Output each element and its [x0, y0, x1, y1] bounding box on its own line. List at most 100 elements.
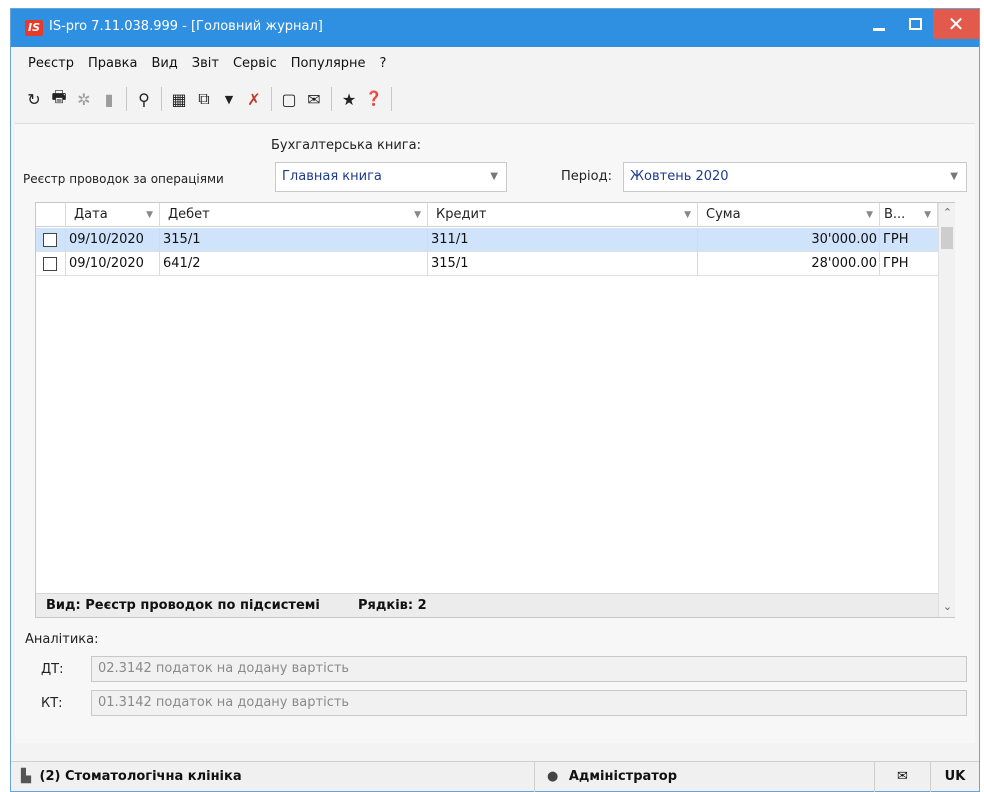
row-checkbox[interactable] — [43, 257, 57, 271]
column-header-debit-label: Дебет — [168, 207, 210, 222]
column-header-amount-label: Сума — [706, 207, 741, 222]
column-header-amount[interactable]: Сума ▼ — [698, 203, 880, 227]
cell-date: 09/10/2020 — [66, 252, 160, 276]
cell-currency: ГРН — [883, 232, 909, 247]
mail-icon: ✉ — [897, 769, 908, 784]
table-button[interactable]: ▦ — [168, 87, 190, 111]
analytics-label: Аналітика: — [25, 632, 99, 647]
language-indicator[interactable]: UK — [931, 762, 979, 792]
maximize-icon — [908, 18, 922, 30]
dt-label: ДТ: — [41, 662, 64, 677]
company-name: (2) Стоматологічна клініка — [39, 769, 242, 784]
menu-register[interactable]: Реєстр — [21, 56, 81, 71]
column-header-date-label: Дата — [74, 207, 108, 222]
scroll-up-icon[interactable]: ⌃ — [939, 203, 956, 223]
chevron-down-icon: ▼ — [490, 171, 498, 182]
minimize-icon — [873, 27, 885, 31]
scroll-down-icon[interactable]: ⌄ — [939, 597, 956, 617]
main-content: Бухгалтерська книга: Реєстр проводок за … — [15, 123, 975, 743]
toolbar-separator — [161, 87, 162, 111]
dt-analytics-field[interactable]: 02.3142 податок на додану вартість — [91, 656, 967, 682]
menu-popular[interactable]: Популярне — [284, 56, 373, 71]
menu-bar: Реєстр Правка Вид Звіт Сервіс Популярне … — [11, 47, 979, 79]
row-checkbox-cell — [36, 228, 66, 252]
status-company[interactable]: ▙ (2) Стоматологічна клініка — [11, 762, 535, 792]
create-button[interactable]: ✲ — [73, 87, 95, 111]
toolbar-separator — [331, 87, 332, 111]
cell-currency: ГРН — [883, 256, 909, 271]
mail-icon: ✉ — [307, 89, 321, 109]
period-label: Період: — [561, 169, 612, 184]
table-row[interactable]: 09/10/2020 641/2 315/1 28'000.00 ГРН — [36, 252, 938, 276]
row-checkbox-cell — [36, 252, 66, 276]
favorite-button[interactable]: ★ — [338, 87, 360, 111]
period-select-value: Жовтень 2020 — [630, 169, 729, 184]
grid-header: Дата ▼ Дебет ▼ Кредит ▼ Сума ▼ В... ▼ — [36, 203, 938, 227]
column-header-debit[interactable]: Дебет ▼ — [160, 203, 428, 227]
close-button[interactable]: ✕ — [933, 9, 979, 39]
sort-arrow-icon[interactable]: ▼ — [684, 203, 691, 227]
grid-footer: Вид: Реєстр проводок по підсистемі Рядкі… — [36, 593, 938, 617]
column-header-date[interactable]: Дата ▼ — [66, 203, 160, 227]
vertical-scrollbar[interactable]: ⌃ ⌄ — [938, 203, 955, 617]
app-window: IS IS-pro 7.11.038.999 - [Головний журна… — [10, 8, 980, 792]
sort-arrow-icon[interactable]: ▼ — [924, 203, 931, 227]
row-checkbox[interactable] — [43, 233, 57, 247]
status-user[interactable]: ● Адміністратор — [535, 762, 875, 792]
title-bar[interactable]: IS IS-pro 7.11.038.999 - [Головний журна… — [11, 9, 979, 47]
menu-view[interactable]: Вид — [144, 56, 184, 71]
refresh-button[interactable]: ↻ — [23, 87, 45, 111]
copy-button[interactable]: ⧉ — [193, 87, 215, 111]
document-button[interactable]: ▢ — [278, 87, 300, 111]
help-button[interactable]: ❓ — [363, 87, 385, 111]
sort-arrow-icon[interactable]: ▼ — [414, 203, 421, 227]
organization-icon: ▙ — [21, 769, 31, 784]
user-icon: ● — [547, 769, 559, 784]
column-header-credit-label: Кредит — [436, 207, 487, 222]
app-logo-icon: IS — [25, 20, 43, 36]
maximize-button[interactable] — [893, 9, 937, 39]
kt-analytics-field[interactable]: 01.3142 податок на додану вартість — [91, 690, 967, 716]
filter-button[interactable]: ▼ — [218, 87, 240, 111]
status-mail[interactable]: ✉ — [875, 762, 931, 792]
period-select[interactable]: Жовтень 2020 ▼ — [623, 162, 967, 192]
print-button[interactable]: 🖶 — [48, 87, 70, 111]
mail-button[interactable]: ✉ — [303, 87, 325, 111]
clear-filter-button[interactable]: ✗ — [243, 87, 265, 111]
search-icon: ⚲ — [138, 89, 150, 109]
menu-service[interactable]: Сервіс — [226, 56, 284, 71]
register-label: Реєстр проводок за операціями — [23, 172, 224, 186]
column-header-currency[interactable]: В... ▼ — [880, 203, 938, 227]
column-header-credit[interactable]: Кредит ▼ — [428, 203, 698, 227]
disabled-action-button[interactable]: ▮ — [98, 87, 120, 111]
table-row[interactable]: 09/10/2020 315/1 311/1 30'000.00 ГРН — [36, 228, 938, 252]
toolbar-separator — [126, 87, 127, 111]
menu-report[interactable]: Звіт — [185, 56, 226, 71]
search-button[interactable]: ⚲ — [133, 87, 155, 111]
scroll-thumb[interactable] — [941, 227, 953, 249]
user-name: Адміністратор — [568, 769, 678, 784]
close-icon: ✕ — [947, 12, 965, 36]
menu-edit[interactable]: Правка — [81, 56, 144, 71]
toolbar: ↻ 🖶 ✲ ▮ ⚲ ▦ ⧉ ▼ ✗ ▢ ✉ ★ ❓ — [11, 81, 979, 117]
clear-filter-icon: ✗ — [247, 89, 261, 109]
favorite-star-icon: ★ — [341, 89, 357, 109]
cell-amount: 30'000.00 — [698, 228, 880, 252]
view-name: Вид: Реєстр проводок по підсистемі — [46, 598, 320, 613]
toolbar-separator — [391, 87, 392, 111]
chevron-down-icon: ▼ — [950, 171, 958, 182]
cell-amount: 28'000.00 — [698, 252, 880, 276]
toolbar-separator — [271, 87, 272, 111]
window-title: IS-pro 7.11.038.999 - [Головний журнал] — [49, 19, 323, 34]
table-icon: ▦ — [171, 89, 187, 109]
sort-arrow-icon[interactable]: ▼ — [146, 203, 153, 227]
help-icon: ❓ — [365, 91, 383, 107]
sort-arrow-icon[interactable]: ▼ — [866, 203, 873, 227]
document-icon: ▢ — [281, 89, 297, 109]
print-icon: 🖶 — [51, 86, 67, 106]
book-select-value: Главная книга — [282, 169, 382, 184]
cell-credit: 315/1 — [428, 252, 698, 276]
cell-date: 09/10/2020 — [66, 228, 160, 252]
book-select[interactable]: Главная книга ▼ — [275, 162, 507, 192]
menu-help[interactable]: ? — [373, 56, 394, 71]
